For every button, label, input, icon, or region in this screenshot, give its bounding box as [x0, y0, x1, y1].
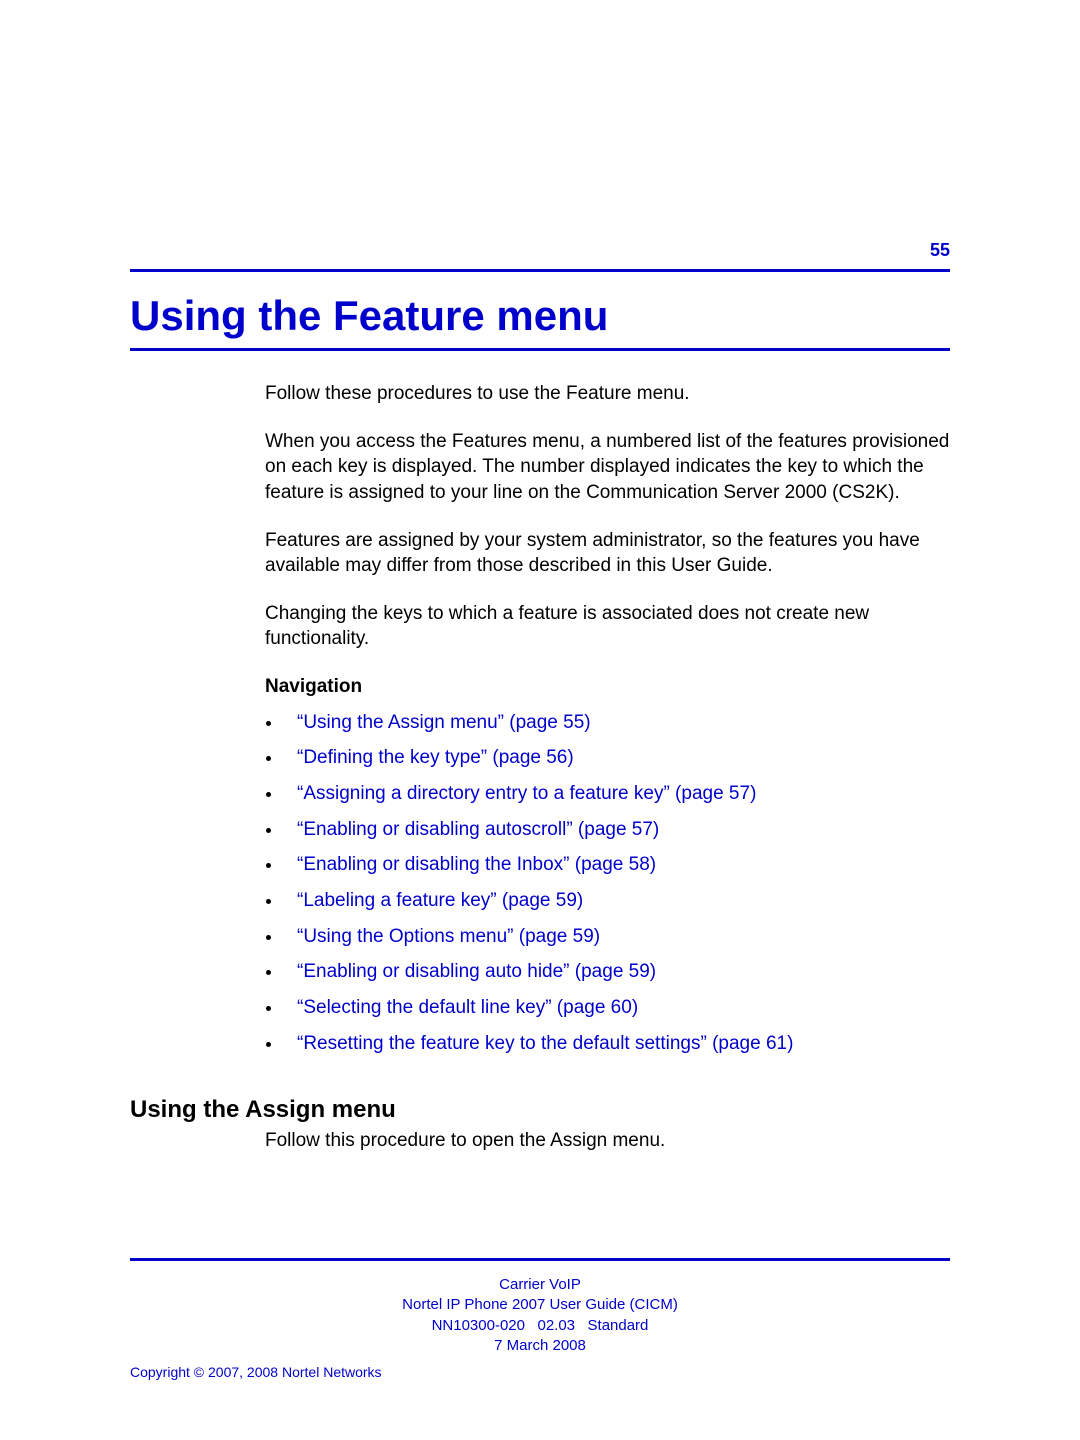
nav-link[interactable]: “Labeling a feature key” (page 59): [297, 890, 583, 911]
title-underline: [130, 348, 950, 351]
nav-item: “Selecting the default line key” (page 6…: [283, 995, 950, 1021]
footer-line-3: NN10300-020 02.03 Standard: [130, 1316, 950, 1336]
nav-link[interactable]: “Enabling or disabling autoscroll” (page…: [297, 819, 659, 840]
nav-link[interactable]: “Enabling or disabling auto hide” (page …: [297, 961, 656, 982]
chapter-title: Using the Feature menu: [130, 292, 950, 340]
footer-line-1: Carrier VoIP: [130, 1275, 950, 1295]
navigation-heading: Navigation: [265, 674, 950, 700]
nav-link[interactable]: “Defining the key type” (page 56): [297, 747, 574, 768]
footer-center: Carrier VoIP Nortel IP Phone 2007 User G…: [130, 1275, 950, 1356]
nav-link[interactable]: “Using the Assign menu” (page 55): [297, 712, 591, 733]
section-heading: Using the Assign menu: [130, 1096, 950, 1124]
section-paragraph: Follow this procedure to open the Assign…: [265, 1128, 950, 1154]
nav-item: “Labeling a feature key” (page 59): [283, 888, 950, 914]
nav-item: “Enabling or disabling the Inbox” (page …: [283, 852, 950, 878]
page-number: 55: [130, 240, 950, 261]
nav-item: “Assigning a directory entry to a featur…: [283, 781, 950, 807]
footer-line-2: Nortel IP Phone 2007 User Guide (CICM): [130, 1295, 950, 1315]
intro-paragraph-1: Follow these procedures to use the Featu…: [265, 381, 950, 407]
nav-link[interactable]: “Using the Options menu” (page 59): [297, 926, 600, 947]
nav-link[interactable]: “Enabling or disabling the Inbox” (page …: [297, 854, 656, 875]
navigation-list: “Using the Assign menu” (page 55) “Defin…: [265, 710, 950, 1056]
nav-item: “Resetting the feature key to the defaul…: [283, 1031, 950, 1057]
intro-paragraph-4: Changing the keys to which a feature is …: [265, 601, 950, 652]
page-content: 55 Using the Feature menu Follow these p…: [0, 0, 1080, 1154]
intro-paragraph-3: Features are assigned by your system adm…: [265, 528, 950, 579]
nav-item: “Defining the key type” (page 56): [283, 745, 950, 771]
nav-item: “Using the Options menu” (page 59): [283, 924, 950, 950]
nav-item: “Enabling or disabling auto hide” (page …: [283, 959, 950, 985]
footer-line-4: 7 March 2008: [130, 1336, 950, 1356]
section-body: Follow this procedure to open the Assign…: [265, 1128, 950, 1154]
nav-link[interactable]: “Resetting the feature key to the defaul…: [297, 1033, 793, 1054]
page-footer: Carrier VoIP Nortel IP Phone 2007 User G…: [130, 1258, 950, 1380]
footer-rule: [130, 1258, 950, 1261]
nav-link[interactable]: “Selecting the default line key” (page 6…: [297, 997, 638, 1018]
footer-copyright: Copyright © 2007, 2008 Nortel Networks: [130, 1364, 950, 1380]
body-text-block: Follow these procedures to use the Featu…: [265, 381, 950, 1056]
nav-link[interactable]: “Assigning a directory entry to a featur…: [297, 783, 756, 804]
nav-item: “Enabling or disabling autoscroll” (page…: [283, 817, 950, 843]
intro-paragraph-2: When you access the Features menu, a num…: [265, 429, 950, 506]
nav-item: “Using the Assign menu” (page 55): [283, 710, 950, 736]
top-rule: [130, 269, 950, 272]
